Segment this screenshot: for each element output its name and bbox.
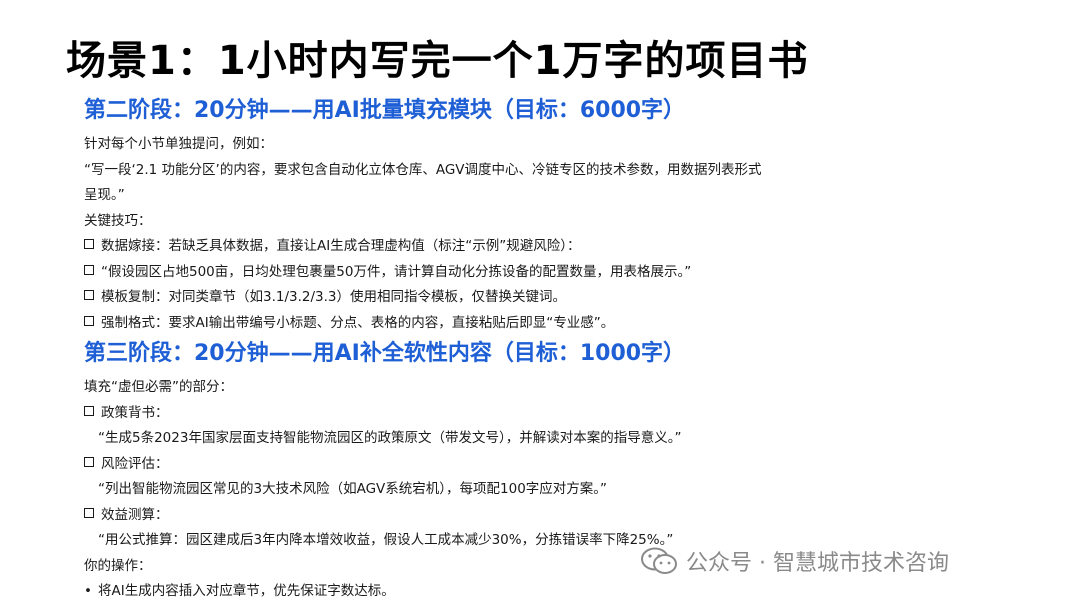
stage2-quote-line1: “写一段‘2.1 功能分区’的内容，要求包含自动化立体仓库、AGV调度中心、冷链… — [84, 161, 762, 178]
tip-item: 强制格式：要求AI输出带编号小标题、分点、表格的内容，直接粘贴后即显“专业感”。 — [84, 311, 1024, 337]
item-label: 效益测算： — [84, 503, 1024, 529]
tip-item: 模板复制：对同类章节（如3.1/3.2/3.3）使用相同指令模板，仅替换关键词。 — [84, 285, 1024, 311]
watermark: 公众号 · 智慧城市技术咨询 — [640, 545, 949, 577]
stage2-heading: 第二阶段：20分钟——用AI批量填充模块（目标：6000字） — [84, 98, 686, 123]
checkbox-icon — [84, 264, 94, 275]
tip-item: “假设园区占地500亩，日均处理包裹量50万件，请计算自动化分拣设备的配置数量，… — [84, 260, 1024, 286]
item-label: 政策背书： — [84, 401, 1024, 427]
item-label: 风险评估： — [84, 452, 1024, 478]
checkbox-icon — [84, 315, 94, 326]
stage3-intro: 填充“虚但必需”的部分： — [84, 379, 233, 395]
wechat-icon — [641, 547, 677, 574]
tip-item: 数据嫁接：若缺乏具体数据，直接让AI生成合理虚构值（标注“示例”规避风险）： — [84, 234, 1024, 260]
item-quote: “生成5条2023年国家层面支持智能物流园区的政策原文（带发文号），并解读对本案… — [98, 430, 682, 446]
checkbox-icon — [84, 405, 94, 416]
content-body: 第二阶段：20分钟——用AI批量填充模块（目标：6000字） 针对每个小节单独提… — [84, 96, 1024, 605]
stage2-tips-label: 关键技巧： — [84, 212, 152, 229]
checkbox-icon — [84, 290, 94, 300]
checkbox-icon — [84, 507, 94, 518]
bullet-icon: • — [84, 583, 92, 599]
stage2-quote-line2: 呈现。” — [84, 187, 125, 203]
ops-item: • 将AI生成内容插入对应章节，优先保证字数达标。 — [84, 579, 1024, 605]
stage2-intro: 针对每个小节单独提问，例如： — [84, 136, 273, 152]
stage3-heading: 第三阶段：20分钟——用AI补全软性内容（目标：1000字） — [84, 341, 686, 366]
checkbox-icon — [84, 456, 94, 467]
page-title: 场景1：1小时内写完一个1万字的项目书 — [66, 38, 809, 84]
item-quote: “列出智能物流园区常见的3大技术风险（如AGV系统宕机），每项配100字应对方案… — [98, 481, 608, 497]
watermark-text: 公众号 · 智慧城市技术咨询 — [686, 551, 949, 576]
checkbox-icon — [84, 239, 94, 249]
